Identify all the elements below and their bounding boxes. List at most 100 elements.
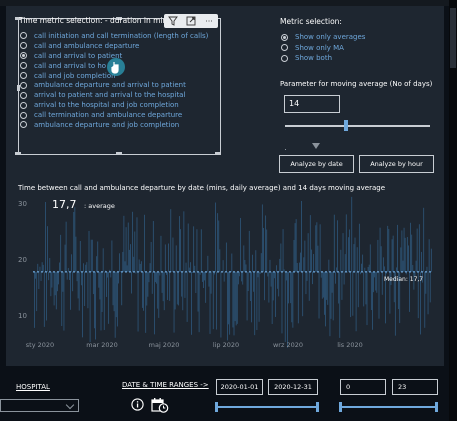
chart-bar xyxy=(186,271,188,322)
chart-bar xyxy=(259,271,261,274)
y-tick-label: 10 xyxy=(18,312,27,320)
chart-bar xyxy=(278,271,280,297)
chart-bar xyxy=(360,271,361,275)
chart-bar xyxy=(181,271,183,297)
chart-bar xyxy=(98,271,100,288)
moving-average-slider-track[interactable] xyxy=(285,125,430,127)
radio-button[interactable] xyxy=(20,62,27,70)
chart-bar xyxy=(321,271,323,299)
chart-bar xyxy=(71,254,72,272)
chart-bar xyxy=(281,271,283,334)
chart-bar xyxy=(341,271,343,300)
hour-range-start-handle[interactable] xyxy=(339,402,342,412)
chart-bar xyxy=(160,235,162,272)
radio-button[interactable] xyxy=(20,111,27,119)
more-options-icon[interactable]: ··· xyxy=(203,15,215,27)
chart-bar xyxy=(86,262,88,272)
chart-bar xyxy=(83,263,84,272)
moving-average-slider-thumb[interactable] xyxy=(344,120,348,131)
metric-option[interactable]: Show both xyxy=(281,53,365,64)
resize-handle[interactable] xyxy=(116,152,122,155)
chart-bar xyxy=(235,271,237,326)
chart-bar xyxy=(348,237,349,272)
slicer-option[interactable]: ambulance departure and arrival to patie… xyxy=(20,80,220,90)
radio-button[interactable] xyxy=(20,52,27,60)
metric-option[interactable]: Show only MA xyxy=(281,43,365,54)
chart-bar xyxy=(400,247,402,272)
hour-to-input[interactable]: 23 xyxy=(392,379,438,395)
radio-button[interactable] xyxy=(281,54,288,62)
chart-bar xyxy=(252,254,253,272)
slicer-option[interactable]: call and ambulance departure xyxy=(20,41,220,51)
radio-button[interactable] xyxy=(20,121,27,129)
chart-bar xyxy=(77,271,79,299)
slicer-option[interactable]: ambulance departure and job completion xyxy=(20,120,220,130)
radio-button[interactable] xyxy=(20,91,27,99)
info-icon[interactable] xyxy=(131,398,144,411)
chart-bar xyxy=(240,217,241,272)
chart-bar xyxy=(74,207,76,272)
chart-bar xyxy=(42,264,44,272)
chart-bar xyxy=(403,227,405,272)
chart-bar xyxy=(157,271,159,309)
date-range-start-handle[interactable] xyxy=(215,402,218,412)
date-from-input[interactable]: 2020-01-01 xyxy=(216,379,263,395)
radio-button[interactable] xyxy=(20,81,27,89)
chart-bar xyxy=(144,214,146,272)
radio-button[interactable] xyxy=(20,101,27,109)
chart-bar xyxy=(120,271,122,272)
chart-bar xyxy=(248,230,250,272)
chart-bar xyxy=(237,271,239,285)
slicer-option[interactable]: arrival to patient and arrival to the ho… xyxy=(20,90,220,100)
chart-bar xyxy=(384,266,385,272)
radio-button[interactable] xyxy=(281,33,288,41)
chart-bar xyxy=(60,234,62,272)
slicer-option[interactable]: call initiation and call termination (le… xyxy=(20,31,220,41)
chart-bar xyxy=(251,271,252,323)
chart-bar xyxy=(101,271,103,312)
hour-range-slider-track[interactable] xyxy=(340,406,438,408)
resize-handle[interactable] xyxy=(215,152,221,155)
moving-average-input[interactable]: 14 xyxy=(284,95,340,113)
filter-icon[interactable] xyxy=(167,15,179,27)
chart-bar xyxy=(290,271,292,304)
date-to-input[interactable]: 2020-12-31 xyxy=(268,379,318,395)
chart-bar xyxy=(415,260,417,272)
scrollbar-thumb[interactable] xyxy=(450,8,456,68)
calendar-clock-icon[interactable] xyxy=(151,397,169,413)
chart-bar xyxy=(343,271,345,285)
chart-bar xyxy=(325,271,326,327)
slicer-option[interactable]: call termination and ambulance departure xyxy=(20,110,220,120)
focus-mode-icon[interactable] xyxy=(185,15,197,27)
chart-bar xyxy=(258,271,260,322)
chart-bar xyxy=(337,220,338,272)
vertical-scrollbar[interactable] xyxy=(449,0,457,421)
radio-button[interactable] xyxy=(20,72,27,79)
chart-bar xyxy=(270,271,272,287)
resize-handle[interactable] xyxy=(15,152,21,155)
slicer-option[interactable]: arrival to the hospital and job completi… xyxy=(20,100,220,110)
hour-from-input[interactable]: 0 xyxy=(340,379,386,395)
daily-average-chart: 30 20 10 sty 2020 mar 2020 maj 2020 lip 2020 wr… xyxy=(18,196,432,349)
radio-button[interactable] xyxy=(20,32,27,40)
chart-bar xyxy=(125,227,127,272)
radio-button[interactable] xyxy=(20,42,27,50)
metric-option[interactable]: Show only averages xyxy=(281,32,365,43)
chart-bar xyxy=(299,262,300,272)
date-range-slider-track[interactable] xyxy=(216,406,318,408)
radio-button[interactable] xyxy=(281,44,288,52)
chart-bar xyxy=(354,237,356,272)
chart-bar xyxy=(280,243,282,272)
chart-bar xyxy=(232,271,234,328)
chart-bar xyxy=(291,271,293,323)
chart-bar xyxy=(135,271,137,274)
hour-range-end-handle[interactable] xyxy=(435,402,438,412)
analyze-by-hour-button[interactable]: Analyze by hour xyxy=(359,155,434,173)
chart-bar xyxy=(91,239,93,272)
chart-bar xyxy=(137,271,139,332)
date-range-end-handle[interactable] xyxy=(316,402,319,412)
chart-bar xyxy=(334,271,336,284)
chart-bar xyxy=(198,271,200,333)
analyze-by-date-button[interactable]: Analyze by date xyxy=(279,155,354,173)
chart-bar xyxy=(423,207,425,272)
